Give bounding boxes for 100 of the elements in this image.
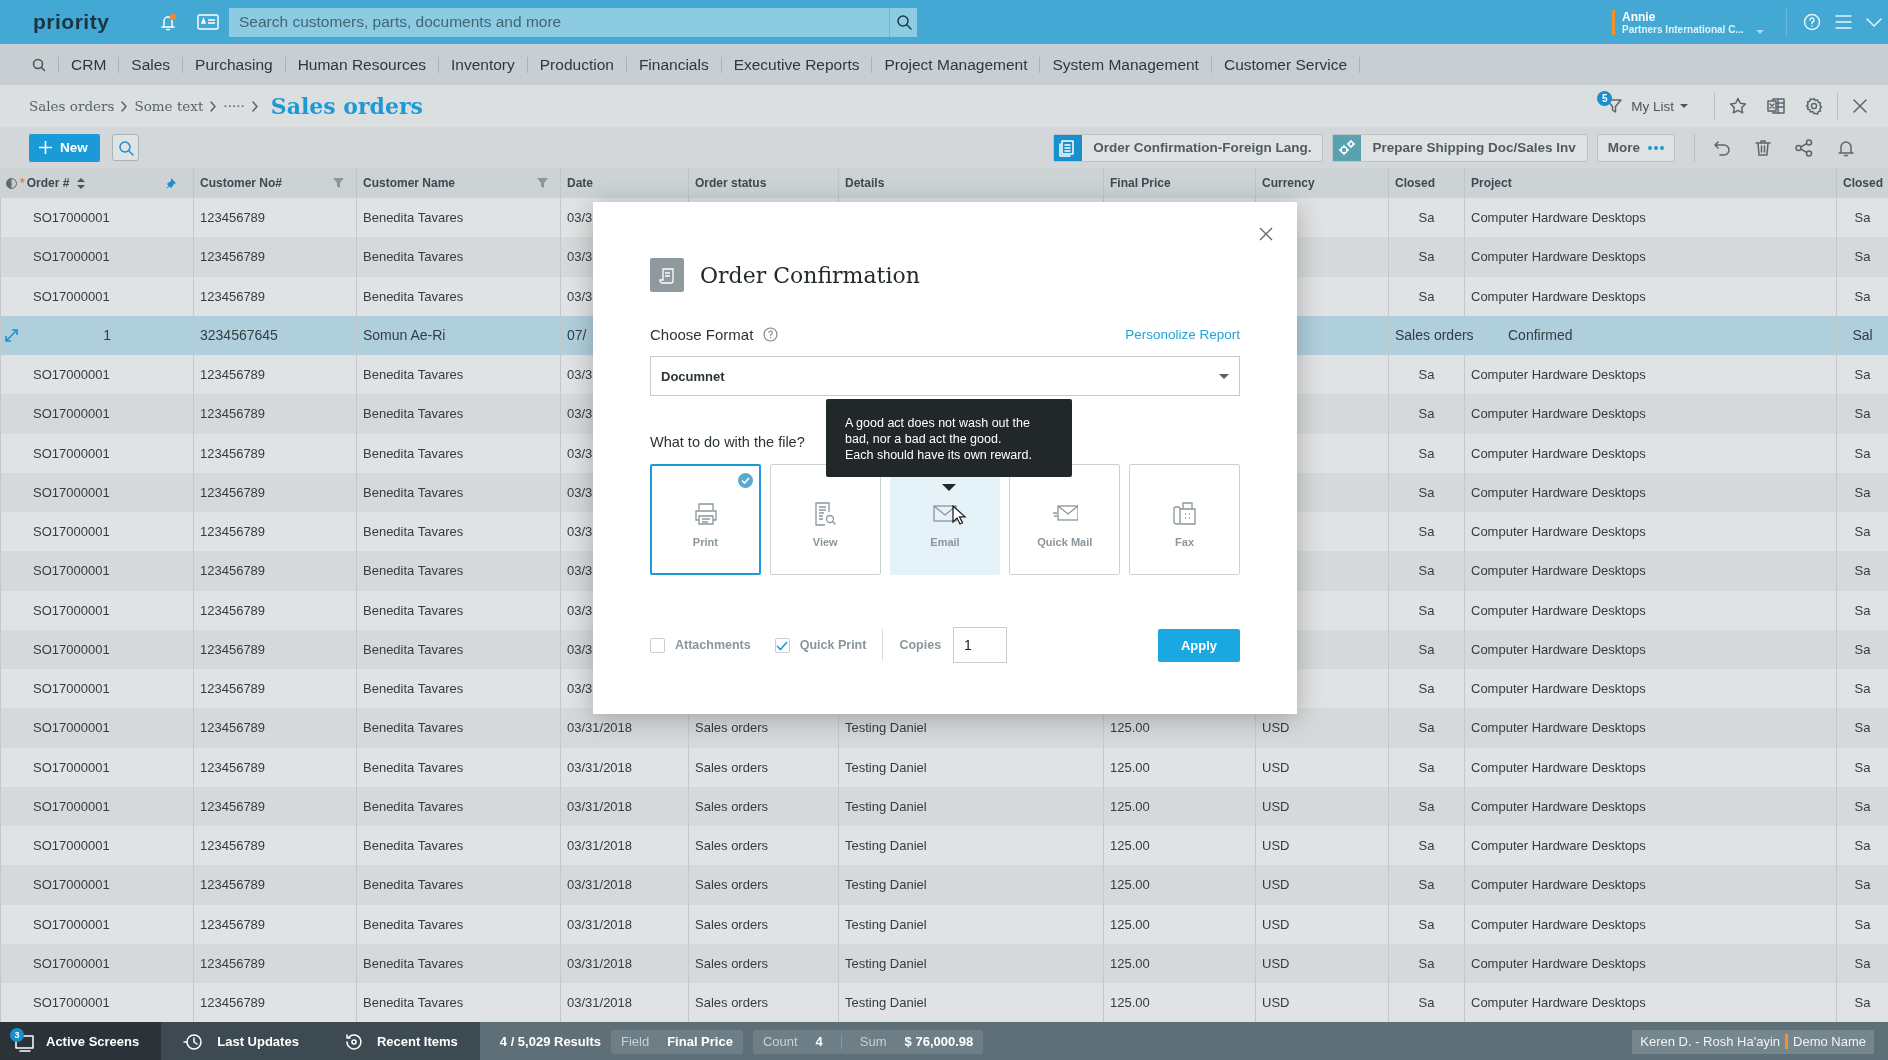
column-header[interactable]: Customer Name xyxy=(363,176,456,190)
bell-icon[interactable] xyxy=(1837,138,1855,157)
sort-icon[interactable] xyxy=(77,177,86,189)
contact-card-icon[interactable] xyxy=(197,12,219,32)
table-cell: Computer Hardware Desktops xyxy=(1471,995,1646,1011)
environment-badge[interactable]: Keren D. - Rosh Ha'ayin Demo Name xyxy=(1632,1029,1874,1054)
table-cell: 123456789 xyxy=(200,602,266,618)
menu-item[interactable]: Sales xyxy=(118,56,183,73)
table-cell: Sa xyxy=(1854,406,1871,422)
status-tab[interactable]: Recent Items xyxy=(320,1022,480,1060)
status-tab[interactable]: Last Updates xyxy=(161,1022,321,1060)
table-cell: 123456789 xyxy=(200,210,266,226)
pin-icon[interactable] xyxy=(165,176,177,190)
menu-item[interactable]: System Management xyxy=(1039,56,1211,73)
checkbox[interactable]: Quick Print xyxy=(774,637,867,653)
table-cell: Sal xyxy=(1852,327,1873,344)
menu-item[interactable]: Human Resources xyxy=(284,56,438,73)
trash-icon[interactable] xyxy=(1755,138,1771,157)
table-cell: Sales orders xyxy=(695,798,768,814)
column-header[interactable]: Final Price xyxy=(1110,176,1171,190)
more-dots-icon xyxy=(1648,145,1664,150)
chevron-right-icon xyxy=(250,100,259,112)
search-button[interactable] xyxy=(112,134,139,161)
table-cell: Computer Hardware Desktops xyxy=(1471,602,1646,618)
environment-label: Demo Name xyxy=(1793,1034,1866,1050)
breadcrumb-link[interactable]: Sales orders xyxy=(29,98,115,114)
menu-item[interactable]: Inventory xyxy=(438,56,527,73)
table-cell: Computer Hardware Desktops xyxy=(1471,406,1646,422)
menu-item[interactable]: Executive Reports xyxy=(720,56,872,73)
location-label: Keren D. - Rosh Ha'ayin xyxy=(1640,1034,1781,1050)
table-cell: 03/31/2018 xyxy=(567,720,633,736)
menu-item[interactable]: Financials xyxy=(625,56,721,73)
column-header[interactable]: Customer No# xyxy=(200,176,282,190)
column-header[interactable]: Closed xyxy=(1843,176,1883,190)
table-cell: 123456789 xyxy=(200,641,266,657)
undo-icon[interactable] xyxy=(1714,138,1731,157)
table-cell: 07/ xyxy=(567,327,587,344)
close-button[interactable] xyxy=(1259,227,1273,241)
table-cell: Sales orders xyxy=(695,759,768,775)
menu-item[interactable]: Purchasing xyxy=(182,56,285,73)
column-header[interactable]: Date xyxy=(567,176,593,190)
table-cell: Sales orders xyxy=(695,877,768,893)
table-cell: SO17000001 xyxy=(33,877,110,893)
expand-icon[interactable] xyxy=(5,328,18,342)
table-cell: 03/31/2018 xyxy=(567,995,633,1011)
column-header[interactable]: Closed xyxy=(1395,176,1435,190)
more-button[interactable]: More xyxy=(1596,133,1675,162)
output-option[interactable]: View xyxy=(769,464,881,575)
table-cell: Benedita Tavares xyxy=(363,445,464,461)
copies-field[interactable]: 1 xyxy=(953,627,1008,663)
table-cell: Sa xyxy=(1854,210,1871,226)
action-button[interactable]: Order Confirmation-Foreign Lang. xyxy=(1053,133,1324,162)
format-dropdown[interactable]: Documnet xyxy=(650,356,1240,396)
action-button[interactable]: Prepare Shipping Doc/Sales Inv xyxy=(1332,133,1588,162)
checkbox[interactable]: Attachments xyxy=(650,637,751,653)
table-cell: Computer Hardware Desktops xyxy=(1471,798,1646,814)
copies-label: Copies xyxy=(899,638,942,652)
menu-item[interactable]: Project Management xyxy=(871,56,1040,73)
table-cell: SO17000001 xyxy=(33,563,110,579)
plus-icon xyxy=(39,141,52,154)
search-button[interactable] xyxy=(889,7,917,37)
star-icon[interactable] xyxy=(1729,97,1747,115)
table-cell: Computer Hardware Desktops xyxy=(1471,955,1646,971)
column-header[interactable]: Currency xyxy=(1262,176,1315,190)
new-button[interactable]: New xyxy=(29,133,100,162)
table-cell: Sa xyxy=(1418,995,1435,1011)
column-header[interactable]: Details xyxy=(845,176,885,190)
output-option[interactable]: Print xyxy=(650,464,761,575)
column-header[interactable]: Project xyxy=(1471,176,1512,190)
breadcrumb-link[interactable]: ····· xyxy=(223,98,245,114)
list-dropdown[interactable]: My List xyxy=(1631,98,1688,114)
table-cell: Sa xyxy=(1854,916,1871,932)
table-cell: Somun Ae-Ri xyxy=(363,327,446,344)
menu-item[interactable]: CRM xyxy=(58,56,119,73)
table-cell: Sa xyxy=(1854,524,1871,540)
table-cell: 03/31/2018 xyxy=(567,759,633,775)
output-option[interactable]: Quick Mail xyxy=(1009,464,1121,575)
table-cell: Sa xyxy=(1418,759,1435,775)
output-option[interactable]: Fax xyxy=(1129,464,1240,575)
help-icon[interactable] xyxy=(763,327,779,342)
column-header[interactable]: Order # xyxy=(26,176,70,190)
search-field[interactable]: Search customers, parts, documents and more xyxy=(229,7,889,37)
table-cell: Benedita Tavares xyxy=(363,916,464,932)
menu-item[interactable]: Customer Service xyxy=(1210,56,1360,73)
share-icon[interactable] xyxy=(1795,138,1813,157)
settings-icon[interactable] xyxy=(1805,97,1823,115)
half-circle-icon[interactable] xyxy=(6,177,17,189)
table-cell: 03/3 xyxy=(567,210,593,226)
close-icon[interactable] xyxy=(1852,98,1868,114)
menu-item[interactable]: Production xyxy=(526,56,626,73)
table-cell: Benedita Tavares xyxy=(363,720,464,736)
column-header[interactable]: Order status xyxy=(695,176,767,190)
table-cell: Sa xyxy=(1854,484,1871,500)
table-cell: Benedita Tavares xyxy=(363,838,464,854)
logo[interactable]: priority xyxy=(33,10,143,34)
table-cell: Sa xyxy=(1418,445,1435,461)
search-icon[interactable] xyxy=(32,57,46,72)
spreadsheet-icon[interactable] xyxy=(1767,97,1785,115)
status-tab[interactable]: 3 Active Screens xyxy=(0,1022,162,1060)
breadcrumb-link[interactable]: Some text xyxy=(134,98,204,114)
